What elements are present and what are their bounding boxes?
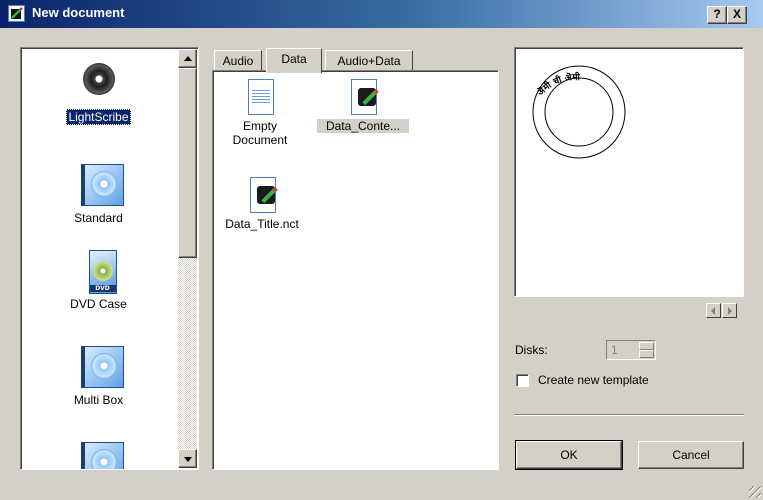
help-button[interactable]: ?: [707, 6, 727, 24]
create-template-label: Create new template: [538, 373, 649, 387]
scroll-down-button[interactable]: [178, 449, 197, 468]
dvd-case-icon-text: DVD: [89, 285, 116, 292]
template-file-icon: [247, 177, 277, 213]
file-data-title[interactable]: Data_Title.nct: [219, 177, 305, 231]
cancel-button[interactable]: Cancel: [638, 441, 744, 469]
disks-stepper[interactable]: 1: [606, 340, 656, 360]
create-template-checkbox[interactable]: [516, 374, 529, 387]
scroll-thumb[interactable]: [178, 68, 197, 258]
disks-up-button[interactable]: [639, 342, 654, 350]
app-icon: [8, 5, 25, 22]
disc-preview: ऄमी ची ऄमी: [514, 47, 744, 297]
layout-item-multi-box[interactable]: Multi Box: [21, 346, 176, 408]
layout-item-standard[interactable]: Standard: [21, 164, 176, 226]
empty-document-icon: [245, 79, 275, 115]
file-label: Data_Title.nct: [225, 217, 299, 231]
scroll-up-button[interactable]: [178, 49, 197, 68]
template-file-icon: [348, 79, 378, 115]
dvd-case-icon: DVD: [79, 250, 119, 294]
disks-label: Disks:: [515, 343, 548, 357]
cd-case-icon: [79, 164, 124, 206]
multi-box-icon: [79, 346, 124, 388]
disc-preview-graphic: ऄमी ची ऄमी: [532, 65, 626, 159]
close-button[interactable]: X: [727, 6, 747, 24]
layout-list-scrollbar[interactable]: [178, 49, 197, 468]
file-label: Data_Conte...: [317, 119, 409, 133]
title-bar: New document ? X: [0, 0, 763, 28]
layout-label: Multi Box: [73, 393, 124, 407]
tab-audio[interactable]: Audio: [214, 50, 262, 71]
file-empty-document[interactable]: Empty Document: [225, 79, 295, 147]
lightscribe-disc-icon: [79, 63, 119, 105]
file-data-content[interactable]: Data_Conte...: [317, 79, 409, 133]
preview-scroll-left-button[interactable]: [706, 303, 721, 318]
resize-grip-icon[interactable]: [749, 486, 761, 498]
ok-button[interactable]: OK: [515, 440, 623, 470]
window-title: New document: [32, 5, 125, 20]
tab-data[interactable]: Data: [266, 48, 322, 73]
layout-label: LightScribe: [66, 109, 131, 125]
layout-list[interactable]: LightScribe Standard DVD DVD Case Multi …: [20, 47, 199, 470]
template-list[interactable]: Empty Document Data_Conte... Data_Title.…: [212, 70, 499, 470]
disc-label-text: ऄमी ची ऄमी: [534, 71, 580, 98]
separator: [514, 414, 744, 416]
layout-item-lightscribe[interactable]: LightScribe: [21, 58, 176, 125]
layout-item-dvd-case[interactable]: DVD DVD Case: [21, 250, 176, 312]
disks-value: 1: [611, 343, 618, 357]
file-label: Empty: [242, 119, 277, 133]
layout-label: Standard: [74, 211, 123, 225]
file-label-line2: Document: [232, 133, 288, 147]
layout-item-more[interactable]: [21, 442, 176, 469]
cd-case-icon: [79, 442, 124, 469]
preview-scroll-right-button[interactable]: [722, 303, 737, 318]
tab-audio-data[interactable]: Audio+Data: [325, 50, 413, 71]
disks-down-button[interactable]: [639, 350, 654, 358]
layout-label: DVD Case: [70, 297, 127, 311]
